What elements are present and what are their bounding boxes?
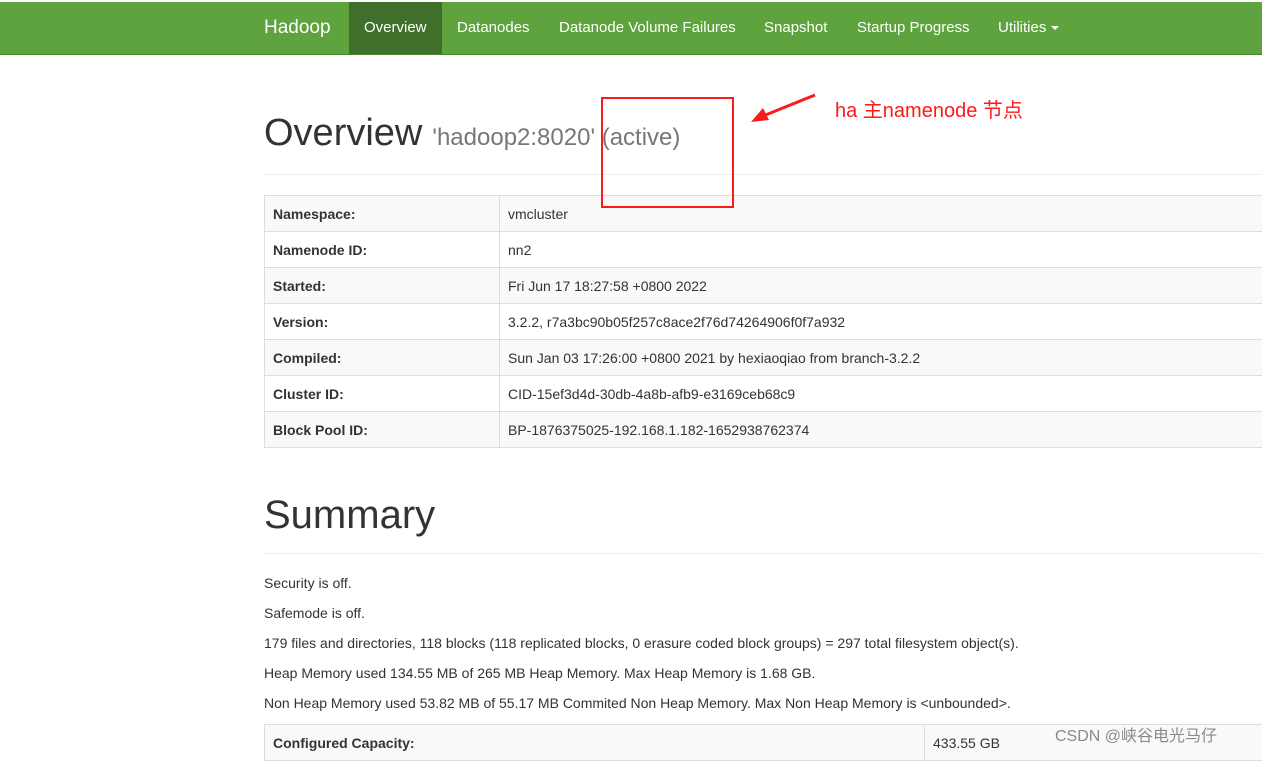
nav-datanode-volume-failures[interactable]: Datanode Volume Failures [559,2,736,54]
nav-overview[interactable]: Overview [349,2,442,54]
row-key: Compiled: [265,340,500,376]
table-row: Namenode ID: nn2 [265,232,1262,268]
overview-divider [264,174,1262,175]
table-row: Started: Fri Jun 17 18:27:58 +0800 2022 [265,268,1262,304]
row-key: Namenode ID: [265,232,500,268]
row-key: Configured Capacity: [265,725,925,761]
brand-link[interactable]: Hadoop [264,2,331,54]
safemode-status: Safemode is off. [264,605,365,621]
overview-title: Overview [264,112,422,154]
top-navbar: Hadoop Overview Datanodes Datanode Volum… [0,2,1262,55]
security-status: Security is off. [264,575,352,591]
row-key: Started: [265,268,500,304]
heap-memory-summary: Heap Memory used 134.55 MB of 265 MB Hea… [264,665,815,681]
summary-heading: Summary [264,493,435,538]
table-row: Compiled: Sun Jan 03 17:26:00 +0800 2021… [265,340,1262,376]
row-key: Namespace: [265,196,500,232]
summary-divider [264,553,1262,554]
table-row: Block Pool ID: BP-1876375025-192.168.1.1… [265,412,1262,448]
row-value: BP-1876375025-192.168.1.182-165293876237… [500,412,1262,448]
row-value: Sun Jan 03 17:26:00 +0800 2021 by hexiao… [500,340,1262,376]
row-key: Block Pool ID: [265,412,500,448]
row-value: 3.2.2, r7a3bc90b05f257c8ace2f76d74264906… [500,304,1262,340]
filesystem-objects-summary: 179 files and directories, 118 blocks (1… [264,635,1019,651]
row-value: nn2 [500,232,1262,268]
table-row: Namespace: vmcluster [265,196,1262,232]
table-row: Version: 3.2.2, r7a3bc90b05f257c8ace2f76… [265,304,1262,340]
highlight-box [601,97,734,208]
nav-startup-progress[interactable]: Startup Progress [857,2,970,54]
arrow-icon [745,88,825,128]
nav-utilities-label: Utilities [998,19,1046,36]
table-row: Cluster ID: CID-15ef3d4d-30db-4a8b-afb9-… [265,376,1262,412]
row-value: CID-15ef3d4d-30db-4a8b-afb9-e3169ceb68c9 [500,376,1262,412]
nav-datanodes[interactable]: Datanodes [457,2,530,54]
nav-utilities-dropdown[interactable]: Utilities [998,2,1059,54]
row-value: Fri Jun 17 18:27:58 +0800 2022 [500,268,1262,304]
caret-down-icon [1051,26,1059,30]
watermark: CSDN @峡谷电光马仔 [1055,722,1217,746]
non-heap-memory-summary: Non Heap Memory used 53.82 MB of 55.17 M… [264,695,1011,711]
nav-snapshot[interactable]: Snapshot [764,2,827,54]
annotation-label: ha 主namenode 节点 [835,94,1023,123]
overview-table: Namespace: vmcluster Namenode ID: nn2 St… [264,195,1262,448]
row-key: Cluster ID: [265,376,500,412]
row-key: Version: [265,304,500,340]
